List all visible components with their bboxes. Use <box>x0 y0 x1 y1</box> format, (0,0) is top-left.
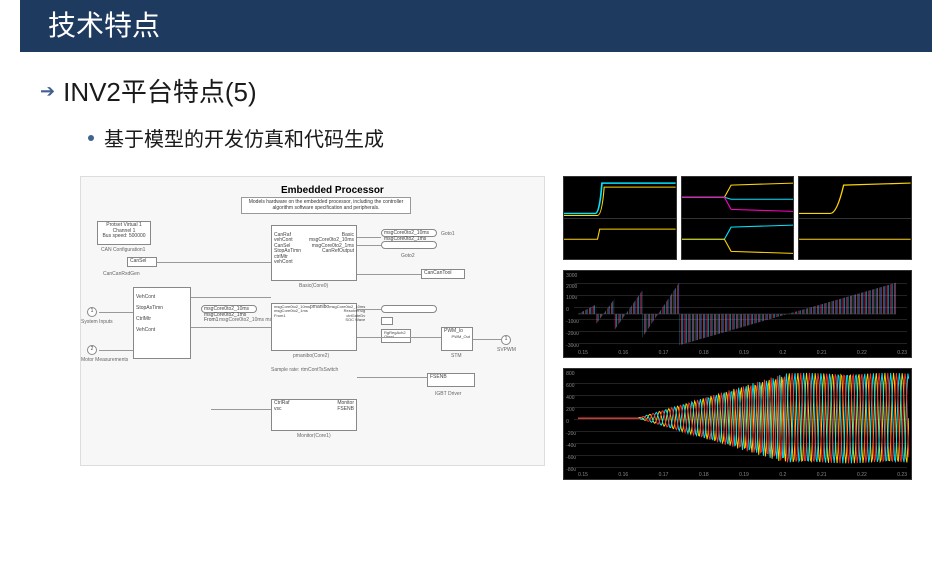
core0-block: CanRaf vehCont CanSel StopAsTimn ctrlMtr… <box>271 225 357 281</box>
simulink-diagram: Embedded Processor Models hardware on th… <box>80 176 545 466</box>
can-sel-block: CanSel <box>127 257 157 267</box>
svpwm-label: SVPWM <box>497 347 516 353</box>
title-text: 技术特点 <box>48 10 160 41</box>
content-area: ➔ INV2平台特点(5) 基于模型的开发仿真和代码生成 Embedded Pr… <box>0 72 952 480</box>
system-inputs-label: System Inputs <box>81 319 113 325</box>
can-config-block: Protset Virtual 1 Channel 1 Bus speed: 5… <box>97 221 151 245</box>
demux-block: VehCont StopAsTimn CtrlMtr VehCont <box>133 287 191 359</box>
monitor-label: Monitor(Core1) <box>297 433 331 439</box>
bullet-icon <box>88 135 94 141</box>
core2-block: msgCore0to2_10ms msgCore0to2_1ms From1 p… <box>271 303 357 351</box>
can-config-label: CAN Configuration1 <box>101 247 145 253</box>
mini-scope-3 <box>798 176 912 260</box>
stm-label: STM <box>451 353 462 359</box>
fsenb-box: FSENB <box>427 373 475 387</box>
oscilloscope-column: 3000 2000 1000 0 -1000 -2000 -3000 <box>563 176 912 480</box>
sample-caption: Sample rate: rtmContTsSwitch <box>271 367 338 373</box>
can-rx-gen-label: CanCanRxdGen <box>103 271 140 277</box>
goto2-label: Goto2 <box>401 253 415 259</box>
pwm-block: PWM_lo PWM_Out <box>441 327 473 351</box>
can-can-tool: CanCanTool <box>421 269 465 279</box>
bottom-scope: 800 600 400 200 0 -200 -400 -600 -800 <box>563 368 912 480</box>
embedded-processor-desc: Models hardware on the embedded processo… <box>241 197 411 214</box>
mini-scope-row <box>563 176 912 260</box>
core2-label: pmanibo(Core2) <box>293 353 329 359</box>
igbt-driver-label: IGBT Driver <box>435 391 461 397</box>
msg-core-tag-1: msgCore0to2_10ms msgCore0to2_1ms From1 <box>201 305 257 313</box>
sub-point-text: 基于模型的开发仿真和代码生成 <box>104 123 384 152</box>
terminator-1 <box>381 317 393 325</box>
sub-point-row: 基于模型的开发仿真和代码生成 <box>88 123 912 152</box>
rgn-block: RgRegAch2 Otwsl <box>381 329 411 343</box>
mini-scope-2 <box>681 176 795 260</box>
msg-goto-2 <box>381 241 437 249</box>
msg-goto-1: msgCore0to2_10ms msgCore0to2_1ms <box>381 229 437 237</box>
core0-label: Basic(Core0) <box>299 283 328 289</box>
figure-row: Embedded Processor Models hardware on th… <box>80 176 912 480</box>
mid-scope: 3000 2000 1000 0 -1000 -2000 -3000 <box>563 270 912 358</box>
heading-text: INV2平台特点(5) <box>63 72 257 109</box>
mini-scope-1 <box>563 176 677 260</box>
core2-out-1 <box>381 305 437 313</box>
motor-measurements-label: Motor Measurements <box>81 357 128 363</box>
heading-row: ➔ INV2平台特点(5) <box>40 72 912 109</box>
arrow-icon: ➔ <box>40 82 55 100</box>
slide-title: 技术特点 <box>20 0 932 52</box>
embedded-processor-title: Embedded Processor <box>281 185 384 196</box>
goto1-label: Goto1 <box>441 231 455 237</box>
monitor-block: CtrlRaf vsc Monitor FSENB <box>271 399 357 431</box>
